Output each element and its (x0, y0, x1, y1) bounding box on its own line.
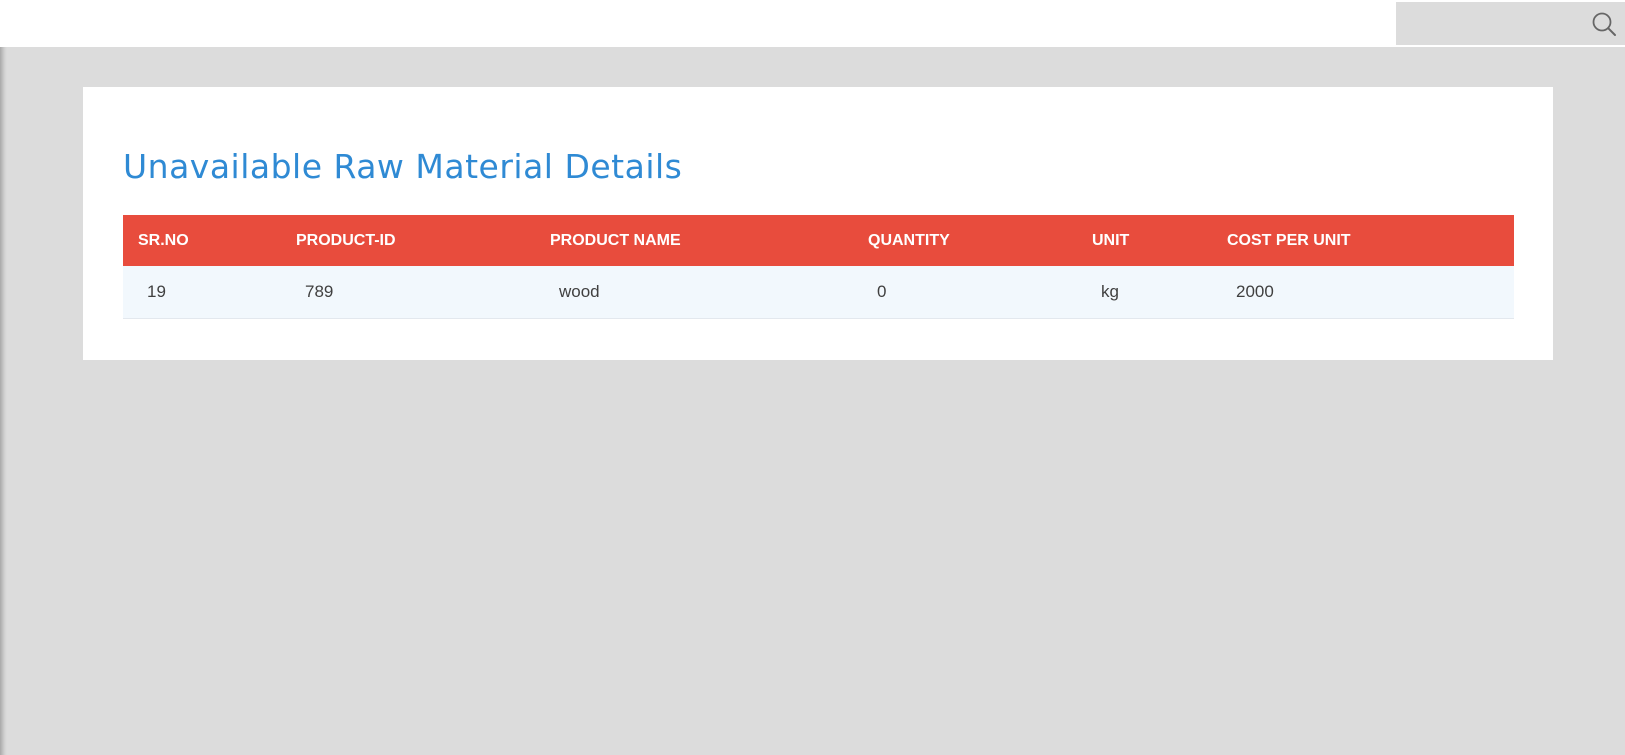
table-header-row: SR.NO PRODUCT-ID PRODUCT NAME QUANTITY U… (123, 215, 1514, 266)
cell-cost-per-unit: 2000 (1212, 266, 1514, 319)
top-bar (0, 0, 1625, 47)
page-title: Unavailable Raw Material Details (123, 147, 683, 186)
cell-unit: kg (1077, 266, 1212, 319)
column-header-cost-per-unit[interactable]: COST PER UNIT (1212, 215, 1514, 266)
raw-material-table: SR.NO PRODUCT-ID PRODUCT NAME QUANTITY U… (123, 215, 1514, 319)
search-box (1396, 2, 1625, 45)
cell-product-name: wood (535, 266, 853, 319)
column-header-product-id[interactable]: PRODUCT-ID (281, 215, 535, 266)
column-header-product-name[interactable]: PRODUCT NAME (535, 215, 853, 266)
search-input[interactable] (1396, 2, 1586, 45)
cell-product-id: 789 (281, 266, 535, 319)
table-header: SR.NO PRODUCT-ID PRODUCT NAME QUANTITY U… (123, 215, 1514, 266)
left-edge-shadow (0, 0, 7, 755)
column-header-sr-no[interactable]: SR.NO (123, 215, 281, 266)
table-body: 19 789 wood 0 kg 2000 (123, 266, 1514, 319)
column-header-quantity[interactable]: QUANTITY (853, 215, 1077, 266)
table-row: 19 789 wood 0 kg 2000 (123, 266, 1514, 319)
cell-quantity: 0 (853, 266, 1077, 319)
column-header-unit[interactable]: UNIT (1077, 215, 1212, 266)
details-card: Unavailable Raw Material Details SR.NO P… (83, 87, 1553, 360)
search-icon[interactable] (1590, 10, 1618, 38)
cell-sr-no: 19 (123, 266, 281, 319)
